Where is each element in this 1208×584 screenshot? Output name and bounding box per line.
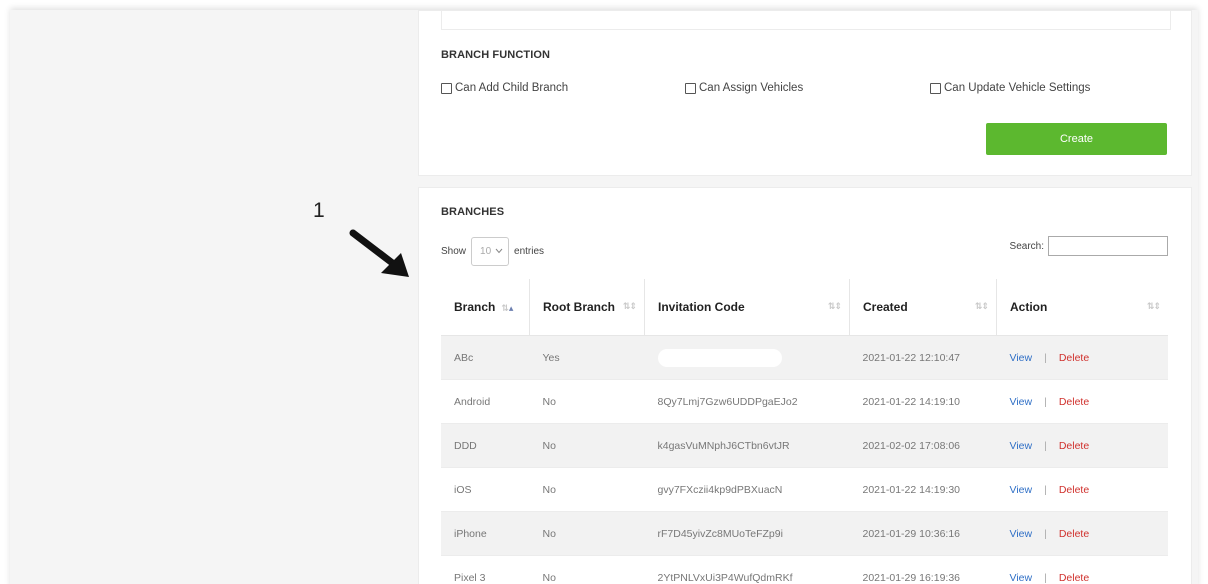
sort-asc-icon: ⇅▴ bbox=[501, 303, 514, 313]
view-link[interactable]: View bbox=[1010, 440, 1033, 452]
table-row: Android No 8Qy7Lmj7Gzw6UDDPgaEJo2 2021-0… bbox=[441, 379, 1168, 424]
created-cell: 2021-01-22 14:19:10 bbox=[849, 379, 997, 424]
branches-card: BRANCHES Show 10 entries Search: Branch ⇅… bbox=[418, 187, 1192, 584]
column-label: Created bbox=[863, 300, 908, 314]
column-label: Root Branch bbox=[543, 300, 615, 314]
column-header-invitation-code[interactable]: Invitation Code ⇅⇕ bbox=[644, 279, 850, 336]
entries-select[interactable]: 10 bbox=[471, 237, 510, 266]
page: BRANCH FUNCTION Can Add Child Branch Can… bbox=[0, 0, 1208, 584]
action-separator: | bbox=[1044, 351, 1047, 364]
action-separator: | bbox=[1044, 439, 1047, 452]
create-button[interactable]: Create bbox=[986, 123, 1167, 155]
invitation-code-cell bbox=[644, 335, 850, 380]
branches-table: Branch ⇅▴ Root Branch ⇅⇕ Invitation Code ⇅⇕… bbox=[441, 279, 1168, 584]
delete-link[interactable]: Delete bbox=[1059, 572, 1089, 584]
delete-link[interactable]: Delete bbox=[1059, 352, 1089, 364]
delete-link[interactable]: Delete bbox=[1059, 440, 1089, 452]
root-branch-cell: Yes bbox=[529, 335, 645, 380]
invitation-code-cell: 2YtPNLVxUi3P4WufQdmRKf bbox=[644, 555, 850, 584]
delete-link[interactable]: Delete bbox=[1059, 484, 1089, 496]
action-cell: View | Delete bbox=[996, 467, 1168, 512]
action-cell: View | Delete bbox=[996, 423, 1168, 468]
sort-icon: ⇅⇕ bbox=[827, 301, 842, 311]
checkbox-icon[interactable] bbox=[930, 82, 941, 94]
table-row: Pixel 3 No 2YtPNLVxUi3P4WufQdmRKf 2021-0… bbox=[441, 555, 1168, 584]
checkbox-icon[interactable] bbox=[441, 82, 452, 94]
invitation-code-cell: k4gasVuMNphJ6CTbn6vtJR bbox=[644, 423, 850, 468]
created-cell: 2021-02-02 17:08:06 bbox=[849, 423, 997, 468]
redacted-code bbox=[657, 348, 782, 367]
search-control: Search: bbox=[1010, 236, 1168, 256]
action-cell: View | Delete bbox=[996, 511, 1168, 556]
table-row: DDD No k4gasVuMNphJ6CTbn6vtJR 2021-02-02… bbox=[441, 423, 1168, 468]
invitation-code-cell: gvy7FXczii4kp9dPBXuacN bbox=[644, 467, 850, 512]
table-row: iPhone No rF7D45yivZc8MUoTeFZp9i 2021-01… bbox=[441, 511, 1168, 556]
created-cell: 2021-01-29 10:36:16 bbox=[849, 511, 997, 556]
entries-value: 10 bbox=[480, 246, 492, 257]
column-label: Action bbox=[1010, 300, 1048, 314]
view-link[interactable]: View bbox=[1010, 352, 1033, 364]
root-branch-cell: No bbox=[529, 379, 645, 424]
previous-field-box bbox=[441, 11, 1171, 30]
branch-cell: iOS bbox=[441, 467, 530, 512]
action-cell: View | Delete bbox=[996, 335, 1168, 380]
created-cell: 2021-01-29 16:19:36 bbox=[849, 555, 997, 584]
can-update-vehicle-settings-checkbox[interactable]: Can Update Vehicle Settings bbox=[930, 82, 1090, 94]
column-header-branch[interactable]: Branch ⇅▴ bbox=[441, 279, 530, 336]
table-row: ABc Yes 2021-01-22 12:10:47 View | Delete bbox=[441, 335, 1168, 380]
delete-link[interactable]: Delete bbox=[1059, 528, 1089, 540]
root-branch-cell: No bbox=[529, 555, 645, 584]
branch-cell: Android bbox=[441, 379, 530, 424]
action-separator: | bbox=[1044, 395, 1047, 408]
branch-cell: DDD bbox=[441, 423, 530, 468]
root-branch-cell: No bbox=[529, 511, 645, 556]
column-header-root-branch[interactable]: Root Branch ⇅⇕ bbox=[529, 279, 645, 336]
annotation-number: 1 bbox=[313, 199, 325, 222]
sort-icon: ⇅⇕ bbox=[1146, 301, 1161, 311]
sort-icon: ⇅⇕ bbox=[622, 301, 637, 311]
column-label: Branch bbox=[454, 300, 496, 314]
branch-cell: ABc bbox=[441, 335, 530, 380]
root-branch-cell: No bbox=[529, 467, 645, 512]
branch-function-card: BRANCH FUNCTION Can Add Child Branch Can… bbox=[418, 10, 1192, 176]
branch-function-title: BRANCH FUNCTION bbox=[441, 49, 551, 61]
action-separator: | bbox=[1044, 483, 1047, 496]
checkbox-icon[interactable] bbox=[685, 82, 696, 94]
view-link[interactable]: View bbox=[1010, 484, 1033, 496]
action-cell: View | Delete bbox=[996, 555, 1168, 584]
table-header-row: Branch ⇅▴ Root Branch ⇅⇕ Invitation Code ⇅⇕… bbox=[441, 279, 1168, 336]
action-separator: | bbox=[1044, 527, 1047, 540]
entries-length-control: Show 10 entries bbox=[441, 237, 544, 266]
view-link[interactable]: View bbox=[1010, 396, 1033, 408]
arrow-down-right-icon bbox=[349, 229, 409, 277]
search-input[interactable] bbox=[1048, 236, 1168, 256]
can-assign-vehicles-checkbox[interactable]: Can Assign Vehicles bbox=[685, 82, 803, 94]
chevron-down-icon bbox=[495, 246, 503, 257]
created-cell: 2021-01-22 12:10:47 bbox=[849, 335, 997, 380]
checkbox-label: Can Update Vehicle Settings bbox=[944, 82, 1091, 94]
show-label: Show bbox=[441, 246, 467, 257]
root-branch-cell: No bbox=[529, 423, 645, 468]
table-row: iOS No gvy7FXczii4kp9dPBXuacN 2021-01-22… bbox=[441, 467, 1168, 512]
action-separator: | bbox=[1044, 571, 1047, 584]
sort-icon: ⇅⇕ bbox=[974, 301, 989, 311]
column-header-action[interactable]: Action ⇅⇕ bbox=[996, 279, 1168, 336]
view-link[interactable]: View bbox=[1010, 528, 1033, 540]
search-label: Search: bbox=[1009, 240, 1044, 252]
invitation-code-cell: rF7D45yivZc8MUoTeFZp9i bbox=[644, 511, 850, 556]
created-cell: 2021-01-22 14:19:30 bbox=[849, 467, 997, 512]
delete-link[interactable]: Delete bbox=[1059, 396, 1089, 408]
branches-title: BRANCHES bbox=[441, 206, 505, 218]
checkbox-label: Can Add Child Branch bbox=[455, 82, 569, 94]
branch-cell: iPhone bbox=[441, 511, 530, 556]
checkbox-label: Can Assign Vehicles bbox=[699, 82, 804, 94]
column-header-created[interactable]: Created ⇅⇕ bbox=[849, 279, 997, 336]
view-link[interactable]: View bbox=[1010, 572, 1033, 584]
column-label: Invitation Code bbox=[658, 300, 745, 314]
can-add-child-branch-checkbox[interactable]: Can Add Child Branch bbox=[441, 82, 568, 94]
action-cell: View | Delete bbox=[996, 379, 1168, 424]
branch-cell: Pixel 3 bbox=[441, 555, 530, 584]
invitation-code-cell: 8Qy7Lmj7Gzw6UDDPgaEJo2 bbox=[644, 379, 850, 424]
entries-label: entries bbox=[514, 246, 545, 257]
